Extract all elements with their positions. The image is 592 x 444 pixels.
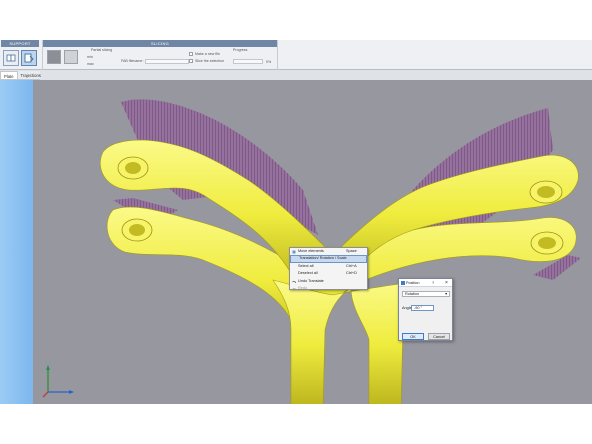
3d-viewport[interactable] <box>33 80 592 404</box>
menu-item-undo-translate[interactable]: Undo Translate <box>290 278 367 285</box>
slicing-group: SLICING Partial slicing min max FAB file… <box>42 40 278 70</box>
redo-icon <box>292 288 296 290</box>
view-tabs: Plate Trajections <box>0 71 41 80</box>
page-bottom-margin <box>0 404 592 444</box>
menu-item-select-all[interactable]: Select all Ctrl+A <box>290 263 367 270</box>
slice-button[interactable] <box>47 50 61 64</box>
progress-percent: 0% <box>266 60 272 64</box>
ok-button[interactable]: OK <box>402 333 424 340</box>
dialog-title: Position <box>406 281 420 285</box>
menu-item-deselect-all[interactable]: Deselect all Ctrl+D <box>290 270 367 277</box>
fab-filename-input[interactable] <box>145 59 189 64</box>
tab-trajections[interactable]: Trajections <box>18 71 44 79</box>
make-new-file-checkbox[interactable] <box>189 52 193 56</box>
slice-selection-checkbox[interactable] <box>189 59 193 63</box>
support-edit-button[interactable] <box>21 50 37 66</box>
make-new-file-label: Make a new file <box>195 52 220 56</box>
slice-preview-button[interactable] <box>64 50 78 64</box>
menu-item-translation-rotation-scale[interactable]: Translation/ Rotation / Scale <box>290 255 367 263</box>
tab-plate[interactable]: Plate <box>0 71 18 79</box>
slicing-group-title: SLICING <box>43 40 277 47</box>
progress-label: Progress <box>233 48 248 52</box>
max-label: max <box>87 62 94 66</box>
axis-gizmo <box>42 365 74 398</box>
partial-slicing-label: Partial slicing <box>91 48 113 52</box>
chevron-down-icon: ▾ <box>445 292 447 296</box>
book-icon <box>6 54 16 62</box>
support-group-title: SUPPORT <box>1 40 39 47</box>
slice-selection-label: Slice the selection <box>195 59 224 63</box>
support-view-button[interactable] <box>3 50 19 66</box>
ribbon-toolbar: SUPPORT SLICING Partial slicing min max … <box>0 40 592 70</box>
context-menu: Move elements Space Translation/ Rotatio… <box>289 247 368 290</box>
transform-mode-select[interactable]: Rotation ▾ <box>402 291 450 297</box>
support-group: SUPPORT <box>1 40 39 70</box>
side-panel <box>0 80 33 404</box>
upper-right-hole-inner <box>537 186 555 198</box>
lower-right-hole-inner <box>538 237 556 249</box>
help-button[interactable]: ? <box>432 279 434 287</box>
lower-left-hole-inner <box>129 224 145 236</box>
menu-item-move-elements[interactable]: Move elements Space <box>290 248 367 255</box>
dialog-title-bar: Position ? × <box>399 279 452 287</box>
progress-bar <box>233 59 263 64</box>
part-model[interactable] <box>33 80 592 404</box>
undo-icon <box>292 280 296 283</box>
application-window: SUPPORT SLICING Partial slicing min max … <box>0 40 592 404</box>
move-icon <box>292 250 296 254</box>
fab-filename-label: FAB filename : <box>121 59 145 63</box>
dialog-app-icon <box>401 281 405 285</box>
upper-left-hole-inner <box>125 162 141 174</box>
menu-item-redo[interactable]: Redo <box>290 285 367 292</box>
min-label: min <box>87 55 93 59</box>
angle-input[interactable]: -90 ° <box>411 305 434 311</box>
cancel-button[interactable]: Cancel <box>428 333 450 340</box>
close-icon[interactable]: × <box>445 279 448 287</box>
position-dialog: Position ? × Rotation ▾ Angle -90 ° OK C… <box>398 278 453 341</box>
support-edit-icon <box>24 53 34 63</box>
